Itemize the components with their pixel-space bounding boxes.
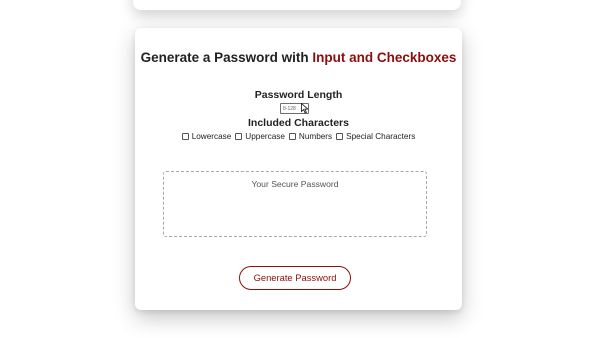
page-title: Generate a Password with Input and Check… (135, 50, 462, 65)
title-prefix: Generate a Password with (140, 50, 313, 65)
special-characters-option[interactable]: Special Characters (336, 132, 415, 141)
numbers-option[interactable]: Numbers (288, 132, 333, 141)
page-background: Generate a Password with Input and Check… (0, 0, 600, 338)
lowercase-checkbox[interactable] (181, 133, 189, 140)
generate-password-button[interactable]: Generate Password (239, 266, 351, 290)
character-options: Lowercase Uppercase Numbers Special Char… (135, 132, 462, 141)
included-characters-label: Included Characters (248, 117, 349, 129)
special-characters-checkbox[interactable] (336, 133, 344, 140)
output-placeholder: Your Secure Password (251, 179, 339, 189)
lowercase-option[interactable]: Lowercase (181, 132, 232, 141)
numbers-checkbox[interactable] (288, 133, 296, 140)
title-accent: Input and Checkboxes (312, 50, 457, 65)
lowercase-label: Lowercase (191, 132, 232, 141)
uppercase-option[interactable]: Uppercase (235, 132, 285, 141)
mouse-pointer-icon (301, 103, 309, 114)
uppercase-checkbox[interactable] (235, 133, 243, 140)
password-output[interactable]: Your Secure Password (163, 171, 427, 237)
uppercase-label: Uppercase (245, 132, 285, 141)
password-length-label: Password Length (254, 89, 343, 101)
password-generator-card: Generate a Password with Input and Check… (135, 28, 462, 310)
special-characters-label: Special Characters (346, 132, 416, 141)
previous-card (133, 0, 461, 10)
numbers-label: Numbers (298, 132, 333, 141)
